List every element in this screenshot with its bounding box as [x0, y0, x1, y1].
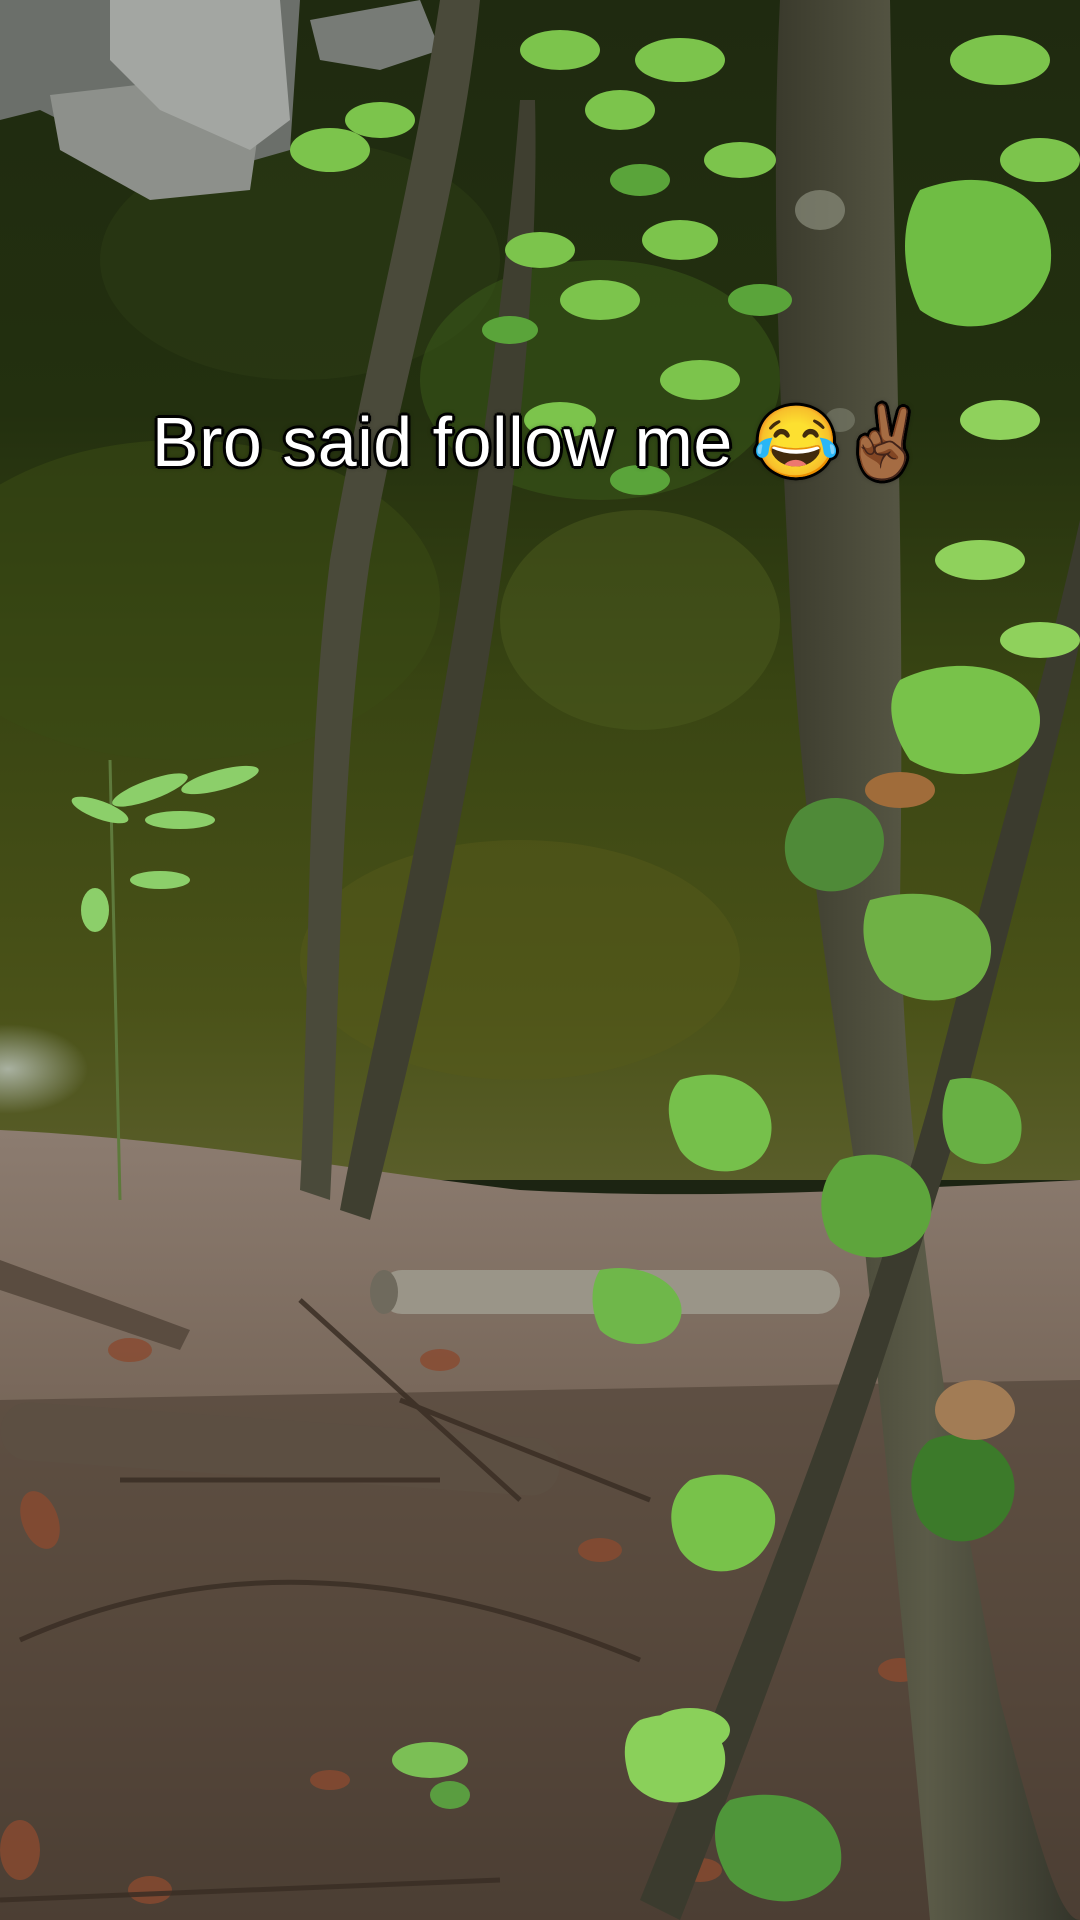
photo-scene: Bro said follow me 😂✌🏾 [0, 0, 1080, 1920]
caption-text: Bro said follow me 😂✌🏾 [151, 403, 929, 481]
forest-pond-photo [0, 0, 1080, 1920]
